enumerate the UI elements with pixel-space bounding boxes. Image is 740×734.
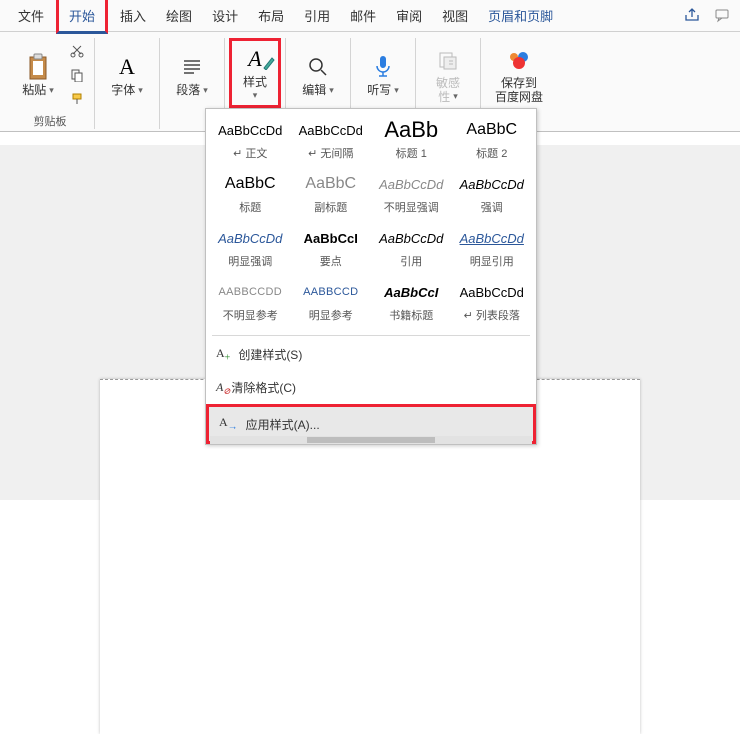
dropdown-scrollbar[interactable] [210, 436, 532, 444]
font-button[interactable]: A 字体▾ [103, 40, 151, 110]
style-gallery-item[interactable]: AaBbCcI 书籍标题 [371, 275, 452, 329]
tab-mail[interactable]: 邮件 [340, 0, 386, 31]
style-gallery-item[interactable]: AaBbCcDd 明显强调 [210, 221, 291, 275]
style-gallery-item[interactable]: AaBb 标题 1 [371, 113, 452, 167]
style-preview: AaBbCcDd [454, 281, 531, 303]
tab-design[interactable]: 设计 [202, 0, 248, 31]
style-preview: AABBCCDD [212, 281, 289, 303]
style-preview: AaBbCcDd [373, 227, 450, 249]
style-name-label: 书籍标题 [373, 307, 450, 323]
style-name-label: 不明显强调 [373, 199, 450, 215]
styles-button[interactable]: A 样式 ▾ [229, 38, 281, 108]
search-icon [304, 53, 332, 81]
copy-icon[interactable] [68, 66, 86, 84]
clear-formatting-item[interactable]: A⊘ 清除格式(C) [206, 371, 536, 404]
tab-view[interactable]: 视图 [432, 0, 478, 31]
style-gallery-item[interactable]: AaBbCcI 要点 [291, 221, 372, 275]
style-name-label: 明显引用 [454, 253, 531, 269]
style-gallery-item[interactable]: AaBbC 副标题 [291, 167, 372, 221]
tab-layout[interactable]: 布局 [248, 0, 294, 31]
baidu-cloud-icon [505, 46, 533, 74]
clear-format-icon: A⊘ [216, 380, 223, 395]
dictate-button[interactable]: 听写▾ [359, 40, 407, 110]
style-preview: AaBbCcDd [212, 119, 289, 141]
style-gallery-item[interactable]: AaBbC 标题 2 [452, 113, 533, 167]
tab-review[interactable]: 审阅 [386, 0, 432, 31]
style-gallery-item[interactable]: AaBbCcDd ↵ 正文 [210, 113, 291, 167]
save-baidu-button[interactable]: 保存到百度网盘 [489, 40, 549, 110]
style-gallery-item[interactable]: AaBbCcDd 引用 [371, 221, 452, 275]
style-gallery-item[interactable]: AaBbCcDd 强调 [452, 167, 533, 221]
tab-file[interactable]: 文件 [8, 0, 54, 31]
style-preview: AaBbC [293, 173, 370, 195]
style-preview: AaBbCcDd [454, 227, 531, 249]
tab-home[interactable]: 开始 [56, 0, 108, 34]
style-name-label: 要点 [293, 253, 370, 269]
style-name-label: 副标题 [293, 199, 370, 215]
style-preview: AaBbC [454, 119, 531, 141]
style-preview: AABBCCD [293, 281, 370, 303]
tab-draw[interactable]: 绘图 [156, 0, 202, 31]
paragraph-icon [178, 53, 206, 81]
style-name-label: ↵ 无间隔 [293, 145, 370, 161]
style-gallery-item[interactable]: AaBbCcDd ↵ 列表段落 [452, 275, 533, 329]
cut-icon[interactable] [68, 42, 86, 60]
style-preview: AaBb [373, 119, 450, 141]
tab-references[interactable]: 引用 [294, 0, 340, 31]
apply-style-icon: A→ [219, 415, 238, 432]
format-painter-icon[interactable] [68, 90, 86, 108]
style-gallery-item[interactable]: AaBbCcDd ↵ 无间隔 [291, 113, 372, 167]
style-name-label: 不明显参考 [212, 307, 289, 323]
style-preview: AaBbCcDd [212, 227, 289, 249]
tab-insert[interactable]: 插入 [110, 0, 156, 31]
style-name-label: 明显参考 [293, 307, 370, 323]
style-preview: AaBbCcDd [293, 119, 370, 141]
create-style-icon: A+ [216, 346, 230, 363]
style-name-label: ↵ 列表段落 [454, 307, 531, 323]
style-preview: AaBbCcI [293, 227, 370, 249]
style-gallery-item[interactable]: AaBbC 标题 [210, 167, 291, 221]
share-icon[interactable] [682, 5, 702, 25]
style-name-label: 明显强调 [212, 253, 289, 269]
style-preview: AaBbCcDd [454, 173, 531, 195]
style-gallery-item[interactable]: AaBbCcDd 明显引用 [452, 221, 533, 275]
styles-icon: A [241, 45, 269, 73]
clipboard-icon [24, 53, 52, 81]
sensitivity-button[interactable]: 敏感性▾ [424, 40, 472, 110]
style-preview: AaBbCcDd [373, 173, 450, 195]
search-editing-button[interactable]: 编辑▾ [294, 40, 342, 110]
style-name-label: 引用 [373, 253, 450, 269]
sensitivity-icon [434, 46, 462, 74]
ribbon-tabs: 文件 开始 插入 绘图 设计 布局 引用 邮件 审阅 视图 页眉和页脚 [0, 0, 740, 32]
style-preview: AaBbC [212, 173, 289, 195]
clipboard-group-label: 剪贴板 [34, 113, 67, 129]
microphone-icon [369, 53, 397, 81]
styles-dropdown: AaBbCcDd↵ 正文AaBbCcDd↵ 无间隔AaBb标题 1AaBbC标题… [205, 108, 537, 445]
paragraph-button[interactable]: 段落▾ [168, 40, 216, 110]
paste-button[interactable]: 粘贴▾ [14, 40, 62, 110]
style-gallery-item[interactable]: AaBbCcDd 不明显强调 [371, 167, 452, 221]
style-name-label: 强调 [454, 199, 531, 215]
style-gallery-item[interactable]: AABBCCDD 不明显参考 [210, 275, 291, 329]
style-gallery-item[interactable]: AABBCCD 明显参考 [291, 275, 372, 329]
style-name-label: 标题 [212, 199, 289, 215]
style-name-label: 标题 1 [373, 145, 450, 161]
style-name-label: 标题 2 [454, 145, 531, 161]
style-preview: AaBbCcI [373, 281, 450, 303]
style-name-label: ↵ 正文 [212, 145, 289, 161]
style-gallery: AaBbCcDd↵ 正文AaBbCcDd↵ 无间隔AaBb标题 1AaBbC标题… [206, 109, 536, 333]
comment-icon[interactable] [712, 5, 732, 25]
create-style-item[interactable]: A+ 创建样式(S) [206, 338, 536, 371]
tab-header-footer[interactable]: 页眉和页脚 [478, 0, 563, 31]
font-icon: A [113, 53, 141, 81]
